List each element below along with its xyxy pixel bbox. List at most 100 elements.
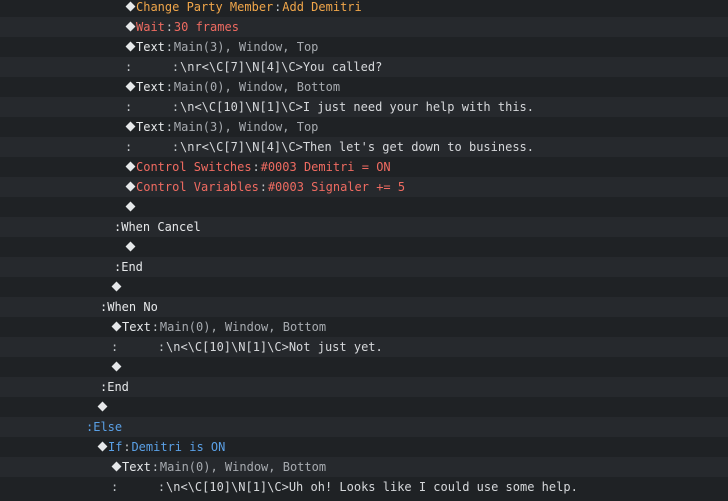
command-line: ::\nr<\C[7]\N[4]\C>You called? bbox=[125, 57, 382, 77]
branch-label: :Else bbox=[86, 420, 123, 434]
command-label: Change Party Member bbox=[136, 0, 274, 14]
command-row[interactable]: Text:Main(0), Window, Bottom bbox=[0, 77, 728, 97]
command-row[interactable]: Text:Main(3), Window, Top bbox=[0, 117, 728, 137]
command-line: :End bbox=[100, 377, 129, 397]
message-text: \nr<\C[7]\N[4]\C>You called? bbox=[180, 60, 383, 74]
command-label: Text bbox=[122, 460, 151, 474]
diamond-bullet-icon bbox=[125, 177, 136, 197]
diamond-bullet-icon bbox=[125, 197, 136, 217]
command-line: ::\nr<\C[7]\N[4]\C>Then let's get down t… bbox=[125, 137, 534, 157]
command-row[interactable]: :When No bbox=[0, 297, 728, 317]
diamond-bullet-icon bbox=[111, 357, 122, 377]
command-separator: : bbox=[274, 0, 282, 14]
command-row[interactable] bbox=[0, 197, 728, 217]
message-text: \n<\C[10]\N[1]\C>I just need your help w… bbox=[180, 100, 535, 114]
command-separator: : bbox=[259, 180, 267, 194]
continuation-separator: : bbox=[171, 140, 180, 154]
command-row[interactable]: ::\n<\C[10]\N[1]\C>I just need your help… bbox=[0, 97, 728, 117]
command-row[interactable]: Wait:30 frames bbox=[0, 17, 728, 37]
command-row[interactable] bbox=[0, 237, 728, 257]
command-label: Control Variables bbox=[136, 180, 259, 194]
command-value: #0003 Demitri = ON bbox=[260, 160, 391, 174]
command-separator: : bbox=[151, 460, 160, 474]
command-row[interactable]: :When Cancel bbox=[0, 217, 728, 237]
command-row[interactable]: Text:Main(0), Window, Bottom bbox=[0, 317, 728, 337]
command-line: ::\n<\C[10]\N[1]\C>Not just yet. bbox=[111, 337, 383, 357]
continuation-colon: : bbox=[125, 100, 133, 114]
branch-label: :End bbox=[100, 380, 129, 394]
command-separator: : bbox=[151, 320, 160, 334]
diamond-bullet-icon bbox=[111, 277, 122, 297]
diamond-bullet-icon bbox=[125, 77, 136, 97]
command-line: ::\n<\C[10]\N[1]\C>I just need your help… bbox=[125, 97, 534, 117]
command-separator: : bbox=[165, 80, 174, 94]
command-line bbox=[125, 237, 136, 257]
command-value: #0003 Signaler += 5 bbox=[267, 180, 406, 194]
command-separator: : bbox=[252, 160, 260, 174]
command-row[interactable]: Control Switches:#0003 Demitri = ON bbox=[0, 157, 728, 177]
diamond-bullet-icon bbox=[111, 457, 122, 477]
command-value: Main(3), Window, Top bbox=[173, 40, 319, 54]
command-line: Text:Main(3), Window, Top bbox=[125, 37, 318, 57]
command-row[interactable]: ::\nr<\C[7]\N[4]\C>You called? bbox=[0, 57, 728, 77]
command-value: Add Demitri bbox=[282, 0, 362, 14]
command-row[interactable]: ::\nr<\C[7]\N[4]\C>Then let's get down t… bbox=[0, 137, 728, 157]
command-row[interactable]: Text:Main(3), Window, Top bbox=[0, 37, 728, 57]
command-line: ::\n<\C[10]\N[1]\C>Uh oh! Looks like I c… bbox=[111, 477, 578, 497]
command-line: Wait:30 frames bbox=[125, 17, 239, 37]
command-value: Main(0), Window, Bottom bbox=[159, 460, 327, 474]
message-text: \nr<\C[7]\N[4]\C>Then let's get down to … bbox=[180, 140, 535, 154]
command-line: If:Demitri is ON bbox=[97, 437, 225, 457]
command-line: Change Party Member:Add Demitri bbox=[125, 0, 362, 17]
command-separator: : bbox=[165, 20, 174, 34]
command-label: Text bbox=[136, 40, 165, 54]
command-row[interactable]: Text:Main(0), Window, Bottom bbox=[0, 457, 728, 477]
command-row[interactable] bbox=[0, 397, 728, 417]
command-row[interactable] bbox=[0, 277, 728, 297]
command-line bbox=[111, 277, 122, 297]
command-label: Text bbox=[136, 80, 165, 94]
command-row[interactable]: :End bbox=[0, 257, 728, 277]
command-label: If bbox=[108, 440, 123, 454]
diamond-bullet-icon bbox=[125, 117, 136, 137]
continuation-separator: : bbox=[157, 480, 166, 494]
command-label: Text bbox=[122, 320, 151, 334]
command-separator: : bbox=[165, 120, 174, 134]
command-line: Control Switches:#0003 Demitri = ON bbox=[125, 157, 391, 177]
command-line: :End bbox=[114, 257, 143, 277]
command-value: Demitri is ON bbox=[131, 440, 226, 454]
message-text: \n<\C[10]\N[1]\C>Uh oh! Looks like I cou… bbox=[166, 480, 578, 494]
command-line: Control Variables:#0003 Signaler += 5 bbox=[125, 177, 405, 197]
command-line bbox=[111, 357, 122, 377]
diamond-bullet-icon bbox=[125, 37, 136, 57]
command-line: Text:Main(0), Window, Bottom bbox=[111, 457, 326, 477]
command-value: Main(0), Window, Bottom bbox=[173, 80, 341, 94]
branch-label: :When Cancel bbox=[114, 220, 201, 234]
command-line: Text:Main(0), Window, Bottom bbox=[111, 317, 326, 337]
diamond-bullet-icon bbox=[125, 157, 136, 177]
continuation-colon: : bbox=[125, 60, 133, 74]
command-row[interactable]: Control Variables:#0003 Signaler += 5 bbox=[0, 177, 728, 197]
branch-label: :When No bbox=[100, 300, 158, 314]
command-label: Text bbox=[136, 120, 165, 134]
diamond-bullet-icon bbox=[125, 237, 136, 257]
command-row[interactable]: ::\n<\C[10]\N[1]\C>Not just yet. bbox=[0, 337, 728, 357]
command-line bbox=[125, 197, 136, 217]
command-label: Control Switches bbox=[136, 160, 252, 174]
command-row[interactable]: Change Party Member:Add Demitri bbox=[0, 0, 728, 17]
branch-label: :End bbox=[114, 260, 143, 274]
message-text: \n<\C[10]\N[1]\C>Not just yet. bbox=[166, 340, 383, 354]
command-row[interactable]: :End bbox=[0, 377, 728, 397]
command-separator: : bbox=[165, 40, 174, 54]
command-row[interactable]: ::\n<\C[10]\N[1]\C>Uh oh! Looks like I c… bbox=[0, 477, 728, 497]
continuation-separator: : bbox=[157, 340, 166, 354]
command-row[interactable]: If:Demitri is ON bbox=[0, 437, 728, 457]
continuation-colon: : bbox=[125, 140, 133, 154]
event-command-list[interactable]: Change Party Member:Add Demitri Wait:30 f… bbox=[0, 0, 728, 501]
diamond-bullet-icon bbox=[125, 0, 136, 17]
continuation-separator: : bbox=[171, 60, 180, 74]
continuation-colon: : bbox=[111, 340, 119, 354]
command-row[interactable] bbox=[0, 357, 728, 377]
command-row[interactable]: :Else bbox=[0, 417, 728, 437]
command-value: 30 frames bbox=[173, 20, 239, 34]
